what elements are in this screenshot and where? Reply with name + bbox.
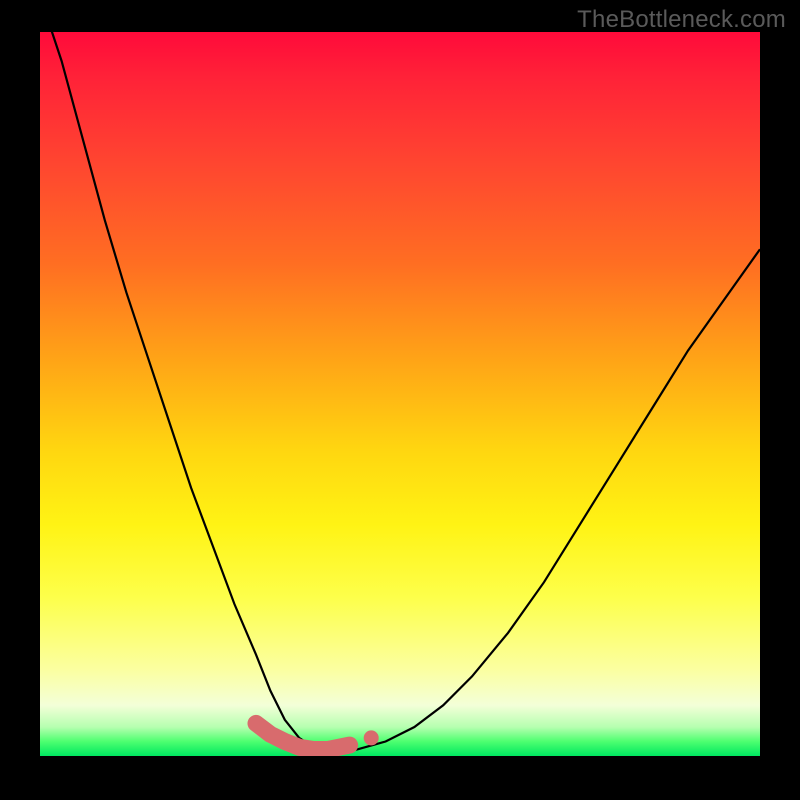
watermark-text: TheBottleneck.com xyxy=(577,6,786,34)
curve-layer xyxy=(40,32,760,756)
bottleneck-curve xyxy=(40,32,760,752)
optimal-range-dot xyxy=(364,730,379,745)
chart-plot-area xyxy=(40,32,760,756)
optimal-range-highlight xyxy=(256,723,350,749)
